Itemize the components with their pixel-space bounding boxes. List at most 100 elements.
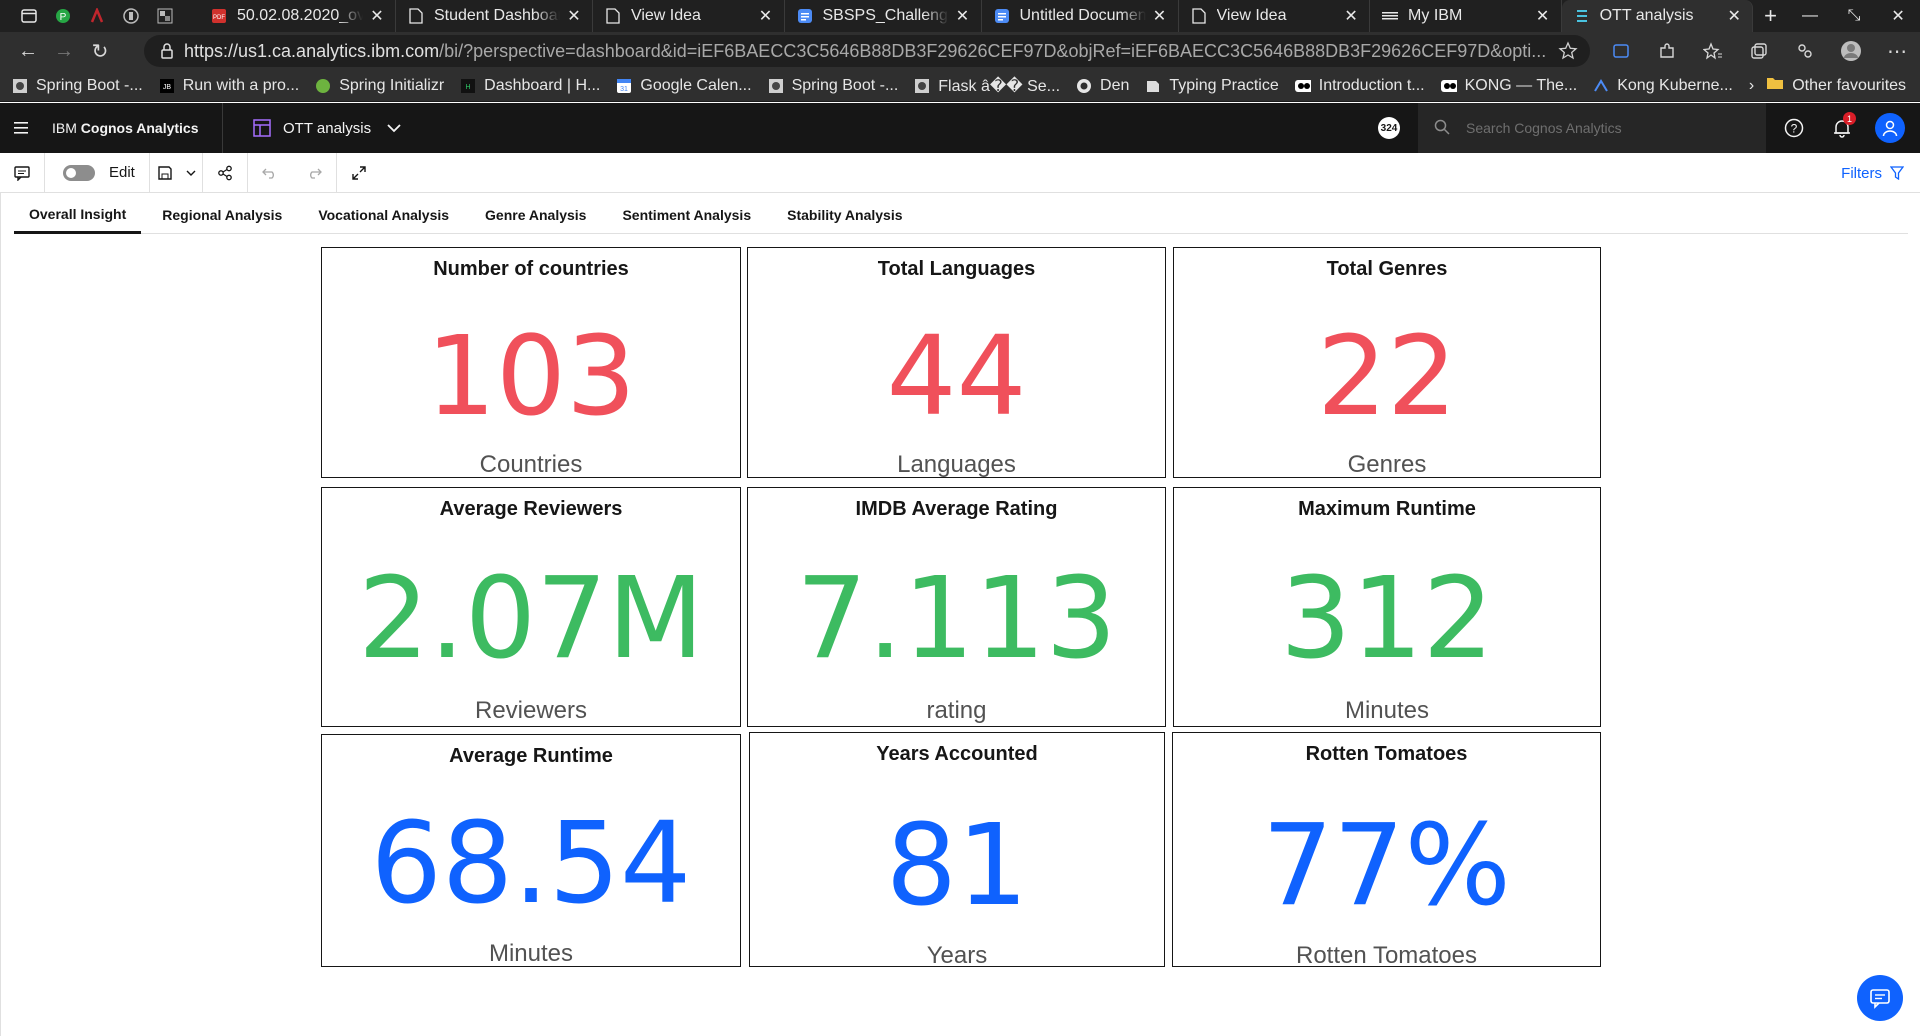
close-tab-icon[interactable]: ✕ <box>758 6 774 26</box>
kpi-card-years-accounted[interactable]: Years Accounted 81 Years <box>749 732 1165 969</box>
bookmark[interactable]: Spring Initializr <box>315 77 444 95</box>
save-icon[interactable] <box>150 153 180 193</box>
kpi-card-genres[interactable]: Total Genres 22 Genres <box>1173 247 1601 478</box>
close-tab-icon[interactable]: ✕ <box>955 6 971 26</box>
kpi-card-languages[interactable]: Total Languages 44 Languages <box>747 247 1166 478</box>
tab-vocational-analysis[interactable]: Vocational Analysis <box>303 196 464 234</box>
tab-actions-icon[interactable] <box>12 0 46 32</box>
svg-text:H: H <box>466 84 471 91</box>
close-tab-icon[interactable]: ✕ <box>1535 6 1551 26</box>
comment-icon[interactable] <box>0 153 44 193</box>
browser-tab-active[interactable]: OTT analysis ✕ <box>1561 0 1754 32</box>
tab-stability-analysis[interactable]: Stability Analysis <box>772 196 917 234</box>
favorites-icon[interactable] <box>1690 32 1736 70</box>
bookmark[interactable]: JB Run with a pro... <box>159 77 299 95</box>
address-row: ← → ↻ https://us1.ca.analytics.ibm.com/b… <box>0 32 1920 70</box>
kpi-card-maximum-runtime[interactable]: Maximum Runtime 312 Minutes <box>1173 487 1601 727</box>
undo-icon[interactable] <box>248 153 292 193</box>
close-tab-icon[interactable]: ✕ <box>1152 6 1168 26</box>
notifications-bell-icon[interactable]: 1 <box>1818 103 1866 153</box>
pdf-icon: PDF <box>211 8 227 24</box>
collections-icon[interactable] <box>1736 32 1782 70</box>
bookmark[interactable]: Den <box>1076 77 1129 95</box>
kpi-card-average-runtime[interactable]: Average Runtime 68.54 Minutes <box>321 734 741 967</box>
close-tab-icon[interactable]: ✕ <box>369 6 385 26</box>
more-options-icon[interactable]: ⋯ <box>1874 32 1920 70</box>
tab-title: Student Dashboar <box>433 7 560 24</box>
kpi-card-average-reviewers[interactable]: Average Reviewers 2.07M Reviewers <box>321 487 741 727</box>
url-bar[interactable]: https://us1.ca.analytics.ibm.com/bi/?per… <box>144 35 1590 67</box>
svg-text:PDF: PDF <box>213 15 225 21</box>
chat-icon <box>1870 989 1890 1009</box>
bookmark[interactable]: Spring Boot -... <box>768 77 898 95</box>
browser-tab[interactable]: Student Dashboar ✕ <box>396 0 593 32</box>
help-icon[interactable]: ? <box>1770 103 1818 153</box>
bookmark[interactable]: Introduction t... <box>1294 77 1425 95</box>
kpi-value: 2.07M <box>357 554 704 684</box>
back-icon[interactable]: ← <box>10 33 46 69</box>
lock-icon[interactable] <box>160 43 174 64</box>
bookmark[interactable]: 31 Google Calen... <box>616 77 752 95</box>
browser-tab[interactable]: PDF 50.02.08.2020_ov ✕ <box>199 0 396 32</box>
filters-button[interactable]: Filters <box>1841 153 1904 193</box>
app-brand[interactable]: IBM Cognos Analytics <box>52 120 222 136</box>
bookmark[interactable]: KONG — The... <box>1440 77 1577 95</box>
divider <box>44 152 45 193</box>
fullscreen-icon[interactable] <box>337 153 381 193</box>
chevron-down-icon <box>387 120 401 137</box>
other-favourites[interactable]: Other favourites <box>1766 76 1906 95</box>
bookmark[interactable]: Typing Practice <box>1145 77 1279 95</box>
chat-button[interactable] <box>1857 975 1903 1021</box>
forward-icon[interactable]: → <box>46 33 82 69</box>
reload-icon[interactable]: ↻ <box>82 33 118 69</box>
bookmark[interactable]: Spring Boot -... <box>12 77 143 95</box>
close-window-icon[interactable]: ✕ <box>1876 0 1920 32</box>
kpi-card-imdb-rating[interactable]: IMDB Average Rating 7.113 rating <box>747 487 1166 727</box>
extension-icon[interactable] <box>1598 32 1644 70</box>
toggle-switch[interactable] <box>63 164 95 181</box>
browser-tab[interactable]: View Idea ✕ <box>1179 0 1371 32</box>
url-path: /bi/?perspective=dashboard&id=iEF6BAECC3… <box>439 40 1547 61</box>
browser-tab[interactable]: View Idea ✕ <box>593 0 785 32</box>
hamburger-menu-icon[interactable] <box>0 103 42 153</box>
hackerrank-icon: H <box>460 78 476 94</box>
minimize-icon[interactable]: — <box>1788 0 1832 32</box>
redo-icon[interactable] <box>292 153 336 193</box>
pinned-tab-red-icon[interactable] <box>80 0 114 32</box>
restore-icon[interactable]: ⤡ <box>1832 0 1876 32</box>
browser-tab[interactable]: SBSPS_Challenge ✕ <box>785 0 982 32</box>
notification-count-badge[interactable]: 324 <box>1378 117 1400 139</box>
pinned-tab-gray-icon[interactable] <box>114 0 148 32</box>
profile-icon[interactable] <box>1828 32 1874 70</box>
favorite-star-icon[interactable] <box>1558 41 1578 66</box>
pinned-tab-green-icon[interactable]: P <box>46 0 80 32</box>
kpi-value: 7.113 <box>796 554 1117 684</box>
kpi-value: 77% <box>1262 801 1511 931</box>
chevron-right-icon[interactable]: › <box>1749 77 1754 95</box>
kpi-card-countries[interactable]: Number of countries 103 Countries <box>321 247 741 478</box>
tab-regional-analysis[interactable]: Regional Analysis <box>147 196 297 234</box>
puzzle-icon[interactable] <box>1644 32 1690 70</box>
close-tab-icon[interactable]: ✕ <box>1726 6 1742 26</box>
browser-tab[interactable]: My IBM ✕ <box>1370 0 1562 32</box>
search-input[interactable]: Search Cognos Analytics <box>1418 103 1766 153</box>
bookmark[interactable]: Kong Kuberne... <box>1593 77 1733 95</box>
tab-sentiment-analysis[interactable]: Sentiment Analysis <box>607 196 766 234</box>
close-tab-icon[interactable]: ✕ <box>566 6 582 26</box>
new-tab-button[interactable]: + <box>1753 0 1788 32</box>
bookmark[interactable]: Flask â�� Se... <box>914 76 1060 96</box>
browser-essentials-icon[interactable] <box>1782 32 1828 70</box>
share-icon[interactable] <box>203 153 247 193</box>
tab-overall-insight[interactable]: Overall Insight <box>14 196 142 234</box>
bookmark[interactable]: H Dashboard | H... <box>460 77 600 95</box>
dashboard-selector[interactable]: OTT analysis <box>253 119 401 137</box>
close-tab-icon[interactable]: ✕ <box>1343 6 1359 26</box>
kpi-unit: Genres <box>1347 451 1427 478</box>
kpi-card-rotten-tomatoes[interactable]: Rotten Tomatoes 77% Rotten Tomatoes <box>1172 732 1601 969</box>
pinned-tab-grid-icon[interactable] <box>148 0 182 32</box>
tab-genre-analysis[interactable]: Genre Analysis <box>470 196 601 234</box>
user-menu[interactable] <box>1866 103 1914 153</box>
chevron-down-icon[interactable] <box>180 153 202 193</box>
browser-tab[interactable]: Untitled Documen ✕ <box>982 0 1179 32</box>
edit-toggle[interactable]: Edit <box>63 164 135 181</box>
